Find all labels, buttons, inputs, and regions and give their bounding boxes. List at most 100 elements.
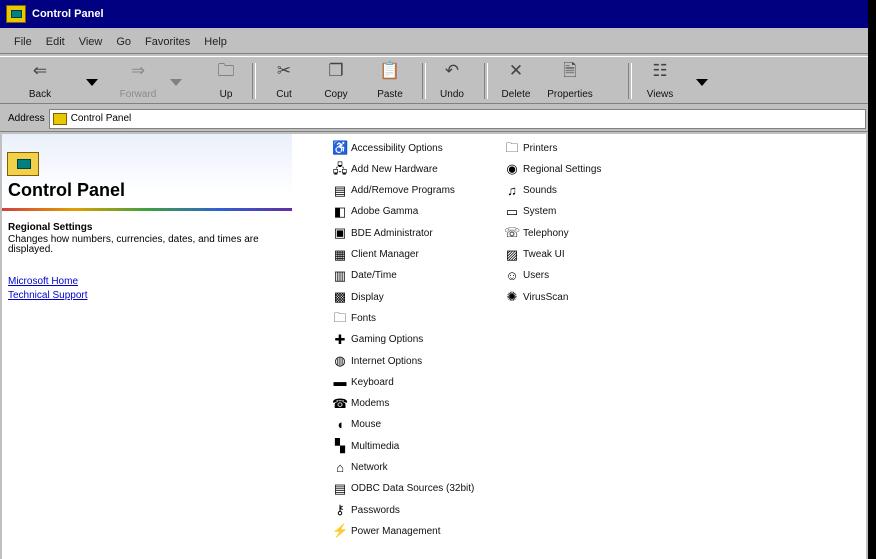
applet-icon: ▥ bbox=[333, 267, 347, 283]
applet-icon: ▨ bbox=[505, 246, 519, 262]
menu-bar: File Edit View Go Favorites Help bbox=[0, 30, 868, 54]
control-panel-item[interactable]: ▭ System bbox=[504, 202, 557, 222]
applet-icon: 🖧 bbox=[332, 161, 348, 177]
control-panel-item[interactable]: ◍ Internet Options bbox=[332, 351, 422, 371]
control-panel-item[interactable]: ▥ Date/Time bbox=[332, 266, 397, 286]
applet-icon: ▣ bbox=[333, 225, 347, 241]
applet-label: Modems bbox=[351, 398, 390, 410]
folder-view: Control Panel Regional Settings Changes … bbox=[2, 134, 866, 559]
applet-icon: ▭ bbox=[505, 203, 519, 219]
applet-icon: ☎ bbox=[332, 395, 349, 411]
control-panel-item[interactable]: ☎ Modems bbox=[332, 394, 389, 414]
applet-label: Client Manager bbox=[351, 249, 419, 260]
applet-icon: ▬ bbox=[333, 374, 347, 390]
control-panel-item[interactable]: 🗀 Fonts bbox=[332, 308, 376, 328]
control-panel-item[interactable]: ▩ Display bbox=[332, 287, 384, 307]
applet-icon: ✚ bbox=[334, 331, 346, 347]
control-panel-item[interactable]: ▤ Add/Remove Programs bbox=[332, 181, 455, 201]
rainbow-divider bbox=[2, 208, 292, 211]
control-panel-window: Control Panel File Edit View Go Favorite… bbox=[0, 0, 870, 559]
control-panel-item[interactable]: ✚ Gaming Options bbox=[332, 330, 424, 350]
control-panel-item[interactable]: 🖧 Add New Hardware bbox=[332, 159, 438, 179]
undo-icon: ↶ bbox=[444, 61, 460, 80]
up-button[interactable]: 🗀 Up bbox=[200, 61, 252, 101]
control-panel-item[interactable]: ▦ Client Manager bbox=[332, 245, 419, 265]
selected-item-title: Regional Settings bbox=[8, 222, 93, 233]
views-button[interactable]: ☷ Views bbox=[634, 61, 686, 101]
clipboard-icon: 📋 bbox=[379, 61, 401, 80]
address-field[interactable]: Control Panel bbox=[48, 108, 866, 129]
control-panel-item[interactable]: ♫ Sounds bbox=[504, 181, 557, 201]
control-panel-item[interactable]: ⚡ Power Management bbox=[332, 521, 441, 541]
control-panel-folder-icon bbox=[52, 112, 67, 125]
control-panel-item[interactable]: ▚ Multimedia bbox=[332, 436, 399, 456]
technical-support-link[interactable]: Technical Support bbox=[8, 290, 88, 301]
control-panel-item[interactable]: ▣ BDE Administrator bbox=[332, 223, 433, 243]
control-panel-item[interactable]: ◉ Regional Settings bbox=[504, 159, 601, 179]
applet-label: VirusScan bbox=[523, 291, 569, 303]
applet-label: Passwords bbox=[351, 504, 400, 516]
applet-icon: ▤ bbox=[333, 182, 347, 198]
applet-icon: ▤ bbox=[333, 480, 347, 496]
applet-label: Sounds bbox=[523, 185, 557, 197]
control-panel-item[interactable]: 🗀 Printers bbox=[504, 138, 557, 158]
forward-button[interactable]: ⇒ Forward bbox=[112, 61, 164, 101]
applet-label: Mouse bbox=[351, 419, 382, 431]
applet-label: System bbox=[523, 206, 557, 218]
applet-label: Date/Time bbox=[351, 270, 397, 282]
copy-button[interactable]: ❐ Copy bbox=[310, 61, 362, 101]
menu-favorites[interactable]: Favorites bbox=[145, 36, 190, 48]
applet-icon: 🗀 bbox=[505, 140, 519, 155]
menu-file[interactable]: File bbox=[14, 36, 32, 48]
applet-label: Internet Options bbox=[351, 355, 423, 367]
views-dropdown-icon[interactable] bbox=[696, 79, 708, 86]
paste-button[interactable]: 📋 Paste bbox=[364, 61, 416, 101]
applet-label: Add New Hardware bbox=[351, 163, 438, 175]
applet-icon: ⌂ bbox=[336, 459, 344, 475]
copy-icon: ❐ bbox=[328, 61, 344, 80]
menu-edit[interactable]: Edit bbox=[46, 36, 65, 48]
control-panel-item[interactable]: ▬ Keyboard bbox=[332, 372, 394, 392]
control-panel-item[interactable]: ☏ Telephony bbox=[504, 223, 569, 243]
control-panel-item[interactable]: ◖ Mouse bbox=[332, 415, 381, 435]
microsoft-home-link[interactable]: Microsoft Home bbox=[8, 276, 78, 287]
properties-button[interactable]: 🗎 Properties bbox=[544, 61, 596, 101]
control-panel-item[interactable]: ▤ ODBC Data Sources (32bit) bbox=[332, 479, 475, 499]
control-panel-item[interactable]: ▨ Tweak UI bbox=[504, 245, 565, 265]
applet-icon: ◖ bbox=[336, 416, 344, 432]
menu-help[interactable]: Help bbox=[204, 36, 227, 48]
web-view-panel: Control Panel Regional Settings Changes … bbox=[2, 134, 292, 559]
forward-dropdown-icon[interactable] bbox=[170, 79, 182, 86]
back-button[interactable]: ⇐ Back bbox=[14, 61, 66, 101]
menu-go[interactable]: Go bbox=[116, 36, 131, 48]
toolbar-separator bbox=[628, 63, 632, 99]
applet-label: Users bbox=[523, 270, 550, 282]
toolbar-separator bbox=[484, 63, 488, 99]
title-bar[interactable]: Control Panel bbox=[0, 0, 868, 28]
control-panel-item[interactable]: ✺ VirusScan bbox=[504, 287, 569, 307]
applet-label: Multimedia bbox=[351, 440, 400, 452]
address-value: Control Panel bbox=[70, 113, 132, 124]
control-panel-item[interactable]: ⌂ Network bbox=[332, 458, 388, 478]
control-panel-item[interactable]: ♿ Accessibility Options bbox=[332, 138, 443, 158]
undo-button[interactable]: ↶ Undo bbox=[426, 61, 478, 101]
control-panel-item[interactable]: ☺ Users bbox=[504, 266, 549, 286]
up-folder-icon: 🗀 bbox=[217, 61, 235, 80]
delete-button[interactable]: ✕ Delete bbox=[490, 61, 542, 101]
menu-view[interactable]: View bbox=[79, 36, 103, 48]
applet-icon: ♫ bbox=[507, 182, 517, 198]
applet-icon: 🗀 bbox=[333, 310, 347, 326]
applet-label: Accessibility Options bbox=[351, 142, 443, 154]
properties-icon: 🗎 bbox=[563, 61, 577, 80]
toolbar-separator bbox=[252, 63, 256, 99]
applet-label: Regional Settings bbox=[523, 163, 602, 175]
control-panel-item[interactable]: ⚷ Passwords bbox=[332, 500, 400, 520]
cut-button[interactable]: ✂ Cut bbox=[258, 61, 310, 101]
back-dropdown-icon[interactable] bbox=[86, 79, 98, 86]
control-panel-item[interactable]: ◧ Adobe Gamma bbox=[332, 202, 418, 222]
applet-icon: ◧ bbox=[333, 203, 347, 219]
applet-label: Tweak UI bbox=[523, 249, 565, 260]
applet-label: BDE Administrator bbox=[351, 227, 433, 239]
applet-label: ODBC Data Sources (32bit) bbox=[351, 483, 475, 495]
selected-item-description: Changes how numbers, currencies, dates, … bbox=[8, 234, 259, 255]
